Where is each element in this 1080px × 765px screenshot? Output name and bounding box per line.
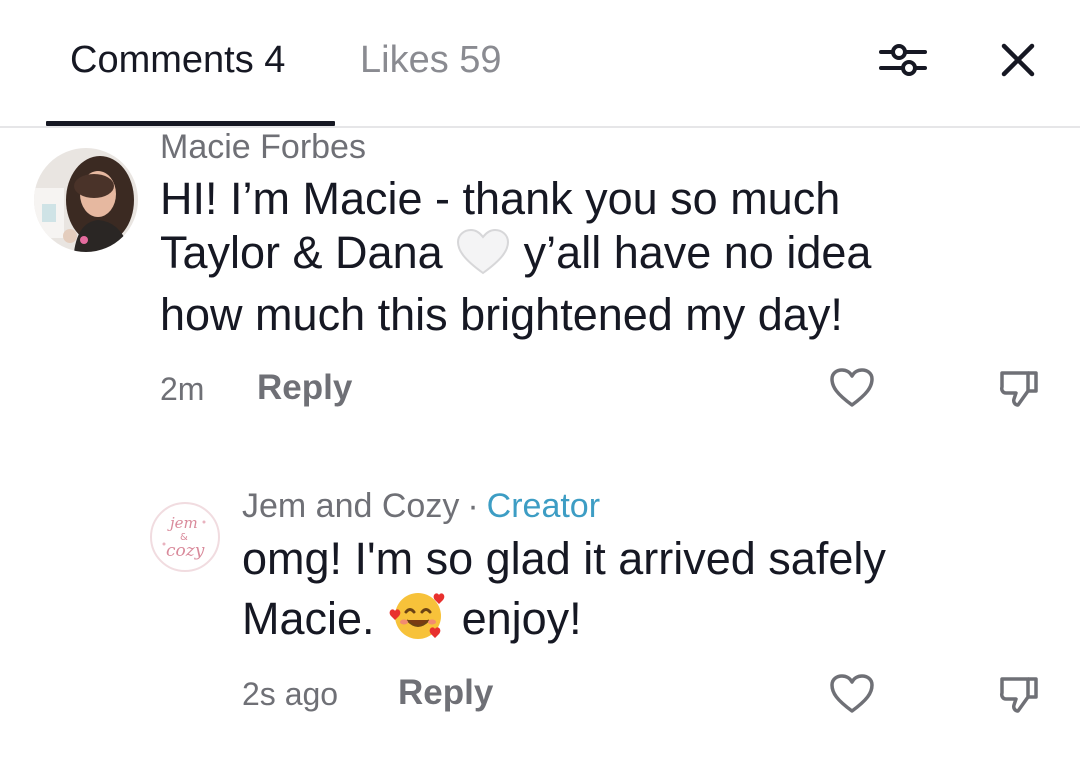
comment-text-segment: y’all have no idea	[523, 227, 872, 278]
comment-item: Macie Forbes HI! I’m Macie - thank you s…	[0, 128, 1080, 438]
thumbs-down-icon	[1000, 371, 1038, 407]
comments-panel: Comments 4 Likes 59 Macie Forbes HI! I’m…	[0, 0, 1080, 765]
comment-text-line: Taylor & Dana y’all have no idea	[160, 226, 871, 288]
comment-text-segment: Macie.	[242, 593, 375, 644]
reply-button[interactable]: Reply	[398, 674, 493, 712]
jem-and-cozy-logo: jem & cozy	[162, 514, 206, 561]
user-photo	[34, 148, 138, 252]
comment-timestamp: 2m	[160, 371, 205, 407]
tab-likes[interactable]: Likes 59	[360, 38, 502, 82]
comment-text-line: omg! I'm so glad it arrived safely	[242, 533, 886, 584]
comment-text-segment: Taylor & Dana	[160, 227, 443, 278]
comment-username[interactable]: Jem and Cozy · Creator	[242, 487, 600, 525]
comment-reply-item: jem & cozy Jem and Cozy · Creator omg! I'm…	[0, 482, 1080, 752]
dislike-button[interactable]	[993, 668, 1045, 720]
heart-icon	[830, 368, 874, 407]
tab-comments[interactable]: Comments 4	[70, 38, 285, 82]
comment-text-line: Macie. enjoy!	[242, 586, 886, 654]
comment-text-segment: enjoy!	[461, 593, 582, 644]
svg-text:jem: jem	[167, 514, 198, 532]
white-heart-emoji	[455, 228, 511, 288]
sliders-icon	[879, 44, 927, 76]
dislike-button[interactable]	[993, 362, 1045, 414]
active-tab-indicator	[46, 121, 335, 126]
comment-text-line: how much this brightened my day!	[160, 289, 843, 340]
close-button[interactable]	[988, 32, 1048, 88]
separator-dot: ·	[467, 487, 479, 525]
comment-text: omg! I'm so glad it arrived safely Macie…	[242, 532, 886, 654]
avatar[interactable]	[34, 148, 138, 252]
avatar[interactable]: jem & cozy	[150, 502, 220, 572]
close-icon	[1001, 43, 1035, 77]
comments-header: Comments 4 Likes 59	[0, 0, 1080, 128]
comment-text: HI! I’m Macie - thank you so much Taylor…	[160, 172, 871, 342]
svg-text:cozy: cozy	[166, 541, 205, 561]
smiling-face-with-hearts-emoji	[387, 586, 449, 654]
filter-button[interactable]	[873, 32, 933, 88]
reply-button[interactable]: Reply	[257, 369, 352, 407]
comment-username[interactable]: Macie Forbes	[160, 128, 366, 166]
comment-timestamp: 2s ago	[242, 676, 339, 712]
username-text: Jem and Cozy	[242, 487, 460, 525]
comment-text-line: HI! I’m Macie - thank you so much	[160, 173, 841, 224]
like-button[interactable]	[826, 362, 878, 414]
creator-badge: Creator	[486, 487, 601, 525]
like-button[interactable]	[826, 668, 878, 720]
heart-icon	[830, 674, 874, 713]
thumbs-down-icon	[1000, 677, 1038, 713]
